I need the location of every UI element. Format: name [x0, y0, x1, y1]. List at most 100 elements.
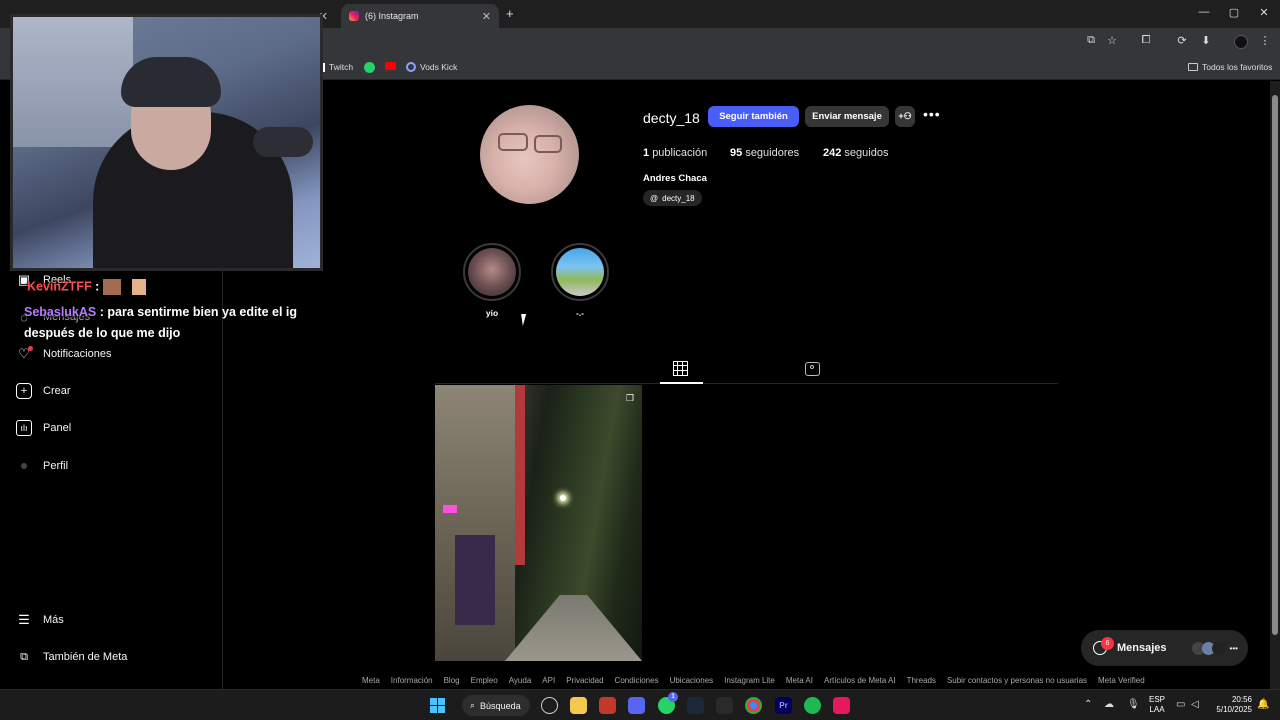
footer-link[interactable]: Meta AI	[786, 676, 813, 685]
bookmark-twitch[interactable]: Twitch	[322, 62, 353, 72]
sidebar-item-perfil[interactable]: Perfil	[16, 458, 68, 474]
whatsapp-icon	[364, 62, 375, 73]
followers-stat[interactable]: 95 seguidores	[730, 147, 799, 159]
language-indicator[interactable]: ESP LAA	[1149, 695, 1165, 715]
threads-badge[interactable]: @ decty_18	[643, 190, 702, 206]
more-options-icon[interactable]: •••	[923, 106, 941, 122]
more-icon: •••	[1229, 643, 1238, 653]
sidebar-item-label: También de Meta	[43, 651, 128, 663]
footer-link[interactable]: Blog	[444, 676, 460, 685]
chat-line-1: KevinZTFF :	[27, 279, 147, 295]
menu-kebab-icon[interactable]: ⋮	[1258, 34, 1272, 47]
search-label: Búsqueda	[480, 700, 521, 711]
tabs-divider	[435, 383, 1058, 384]
hamburger-icon: ☰	[18, 612, 30, 627]
sidebar-item-label: Panel	[43, 422, 72, 434]
window-close-icon[interactable]: ✕	[1256, 6, 1272, 19]
followers-label: seguidores	[745, 147, 800, 159]
tagged-tab-icon[interactable]	[805, 362, 820, 376]
footer-link[interactable]: Condiciones	[615, 676, 659, 685]
all-bookmarks[interactable]: Todos los favoritos	[1188, 62, 1272, 72]
scrollbar-thumb[interactable]	[1272, 95, 1278, 635]
bookmark-youtube[interactable]	[385, 62, 400, 70]
highlight-yio[interactable]	[463, 243, 521, 301]
news-app-icon[interactable]	[599, 697, 616, 714]
post-thumbnail[interactable]: ❐	[435, 385, 642, 661]
whatsapp-taskbar-icon[interactable]: 1	[658, 692, 678, 714]
volume-icon[interactable]: ◁	[1191, 699, 1199, 710]
footer-link[interactable]: Ubicaciones	[670, 676, 714, 685]
notification-bell-icon[interactable]: 🔔	[1257, 699, 1269, 710]
following-stat[interactable]: 242 seguidos	[823, 147, 888, 159]
premiere-icon[interactable]: Pr	[775, 697, 792, 714]
footer-link[interactable]: Empleo	[471, 676, 498, 685]
spotify-icon[interactable]	[804, 697, 821, 714]
footer-link[interactable]: Meta Verified	[1098, 676, 1145, 685]
footer-link[interactable]: Threads	[907, 676, 936, 685]
page-scrollbar[interactable]	[1270, 81, 1280, 689]
minimize-icon[interactable]: —	[1196, 6, 1212, 18]
highlight-label: yio	[485, 308, 499, 318]
extensions-icon[interactable]: ⧠	[1139, 34, 1153, 47]
messages-pill[interactable]: 6 Mensajes •••	[1081, 630, 1248, 666]
sidebar-item-panel[interactable]: ılı Panel	[16, 420, 71, 436]
profile-username: decty_18	[643, 110, 700, 126]
footer-link[interactable]: API	[542, 676, 555, 685]
grid-posts-tab-icon[interactable]	[673, 361, 688, 376]
highlight-cover	[468, 248, 516, 296]
discord-icon[interactable]	[628, 697, 645, 714]
whatsapp-badge: 1	[668, 692, 678, 702]
footer-link[interactable]: Subir contactos y personas no usuarias	[947, 676, 1087, 685]
multi-photo-icon: ❐	[625, 393, 634, 403]
start-menu-icon[interactable]	[429, 697, 446, 714]
bookmark-star-icon[interactable]: ☆	[1105, 34, 1119, 47]
chrome-icon[interactable]	[745, 697, 762, 714]
youtube-icon	[385, 62, 396, 70]
meta-apps-icon: ⧉	[20, 650, 28, 663]
maximize-icon[interactable]: ▢	[1226, 6, 1242, 19]
downloads-icon[interactable]: ⬇	[1199, 34, 1213, 47]
bookmark-whatsapp[interactable]	[364, 62, 379, 73]
webcam-overlay	[10, 14, 323, 271]
highlight-label: -.-	[575, 308, 585, 318]
sidebar-item-notificaciones[interactable]: ♡ Notificaciones	[16, 346, 111, 362]
cloud-icon[interactable]: ☁	[1104, 699, 1114, 710]
network-icon[interactable]: ▭	[1176, 699, 1185, 710]
install-app-icon[interactable]: ⧉	[1084, 34, 1098, 47]
highlight-dash[interactable]	[551, 243, 609, 301]
file-explorer-icon[interactable]	[570, 697, 587, 714]
profile-avatar[interactable]	[480, 105, 579, 204]
sidebar-item-mas[interactable]: ☰ Más	[16, 612, 64, 628]
epic-games-icon[interactable]	[716, 697, 733, 714]
steam-icon[interactable]	[687, 697, 704, 714]
footer-link[interactable]: Ayuda	[509, 676, 532, 685]
bookmark-vods-kick[interactable]: Vods Kick	[406, 62, 457, 72]
profile-avatar-icon[interactable]	[1234, 35, 1248, 49]
followers-count: 95	[730, 147, 743, 159]
taskbar-search[interactable]: ⌕ Búsqueda	[462, 695, 530, 716]
send-message-button[interactable]: Enviar mensaje	[805, 106, 889, 127]
sidebar-item-meta[interactable]: ⧉ También de Meta	[16, 649, 127, 665]
new-tab-button[interactable]: +	[506, 6, 514, 21]
clock[interactable]: 20:56 5/10/2025	[1212, 695, 1252, 715]
footer-link[interactable]: Información	[391, 676, 433, 685]
lang-code: ESP	[1149, 695, 1166, 704]
tiktok-icon[interactable]	[833, 697, 850, 714]
chat-username: KevinZTFF	[27, 279, 92, 294]
footer-link[interactable]: Privacidad	[566, 676, 603, 685]
sidebar-item-crear[interactable]: + Crear	[16, 383, 71, 399]
footer-link[interactable]: Artículos de Meta AI	[824, 676, 896, 685]
footer-link[interactable]: Meta	[362, 676, 380, 685]
suggested-users-button[interactable]: +⚇	[895, 106, 915, 127]
chat-line-2: SebaslukAS : para sentirme bien ya edite…	[24, 305, 297, 319]
close-icon[interactable]: ✕	[482, 10, 491, 23]
sidebar-item-label: Más	[43, 614, 64, 626]
following-label: seguidos	[844, 147, 889, 159]
footer-link[interactable]: Instagram Lite	[724, 676, 775, 685]
follow-back-button[interactable]: Seguir también	[708, 106, 799, 127]
widgets-icon[interactable]	[541, 697, 558, 714]
microphone-icon[interactable]: 🎙	[1127, 699, 1140, 710]
browser-tab-instagram[interactable]: (6) Instagram ✕	[341, 4, 499, 28]
tray-chevron-icon[interactable]: ⌃	[1084, 699, 1092, 710]
history-icon[interactable]: ⟳	[1175, 34, 1189, 47]
